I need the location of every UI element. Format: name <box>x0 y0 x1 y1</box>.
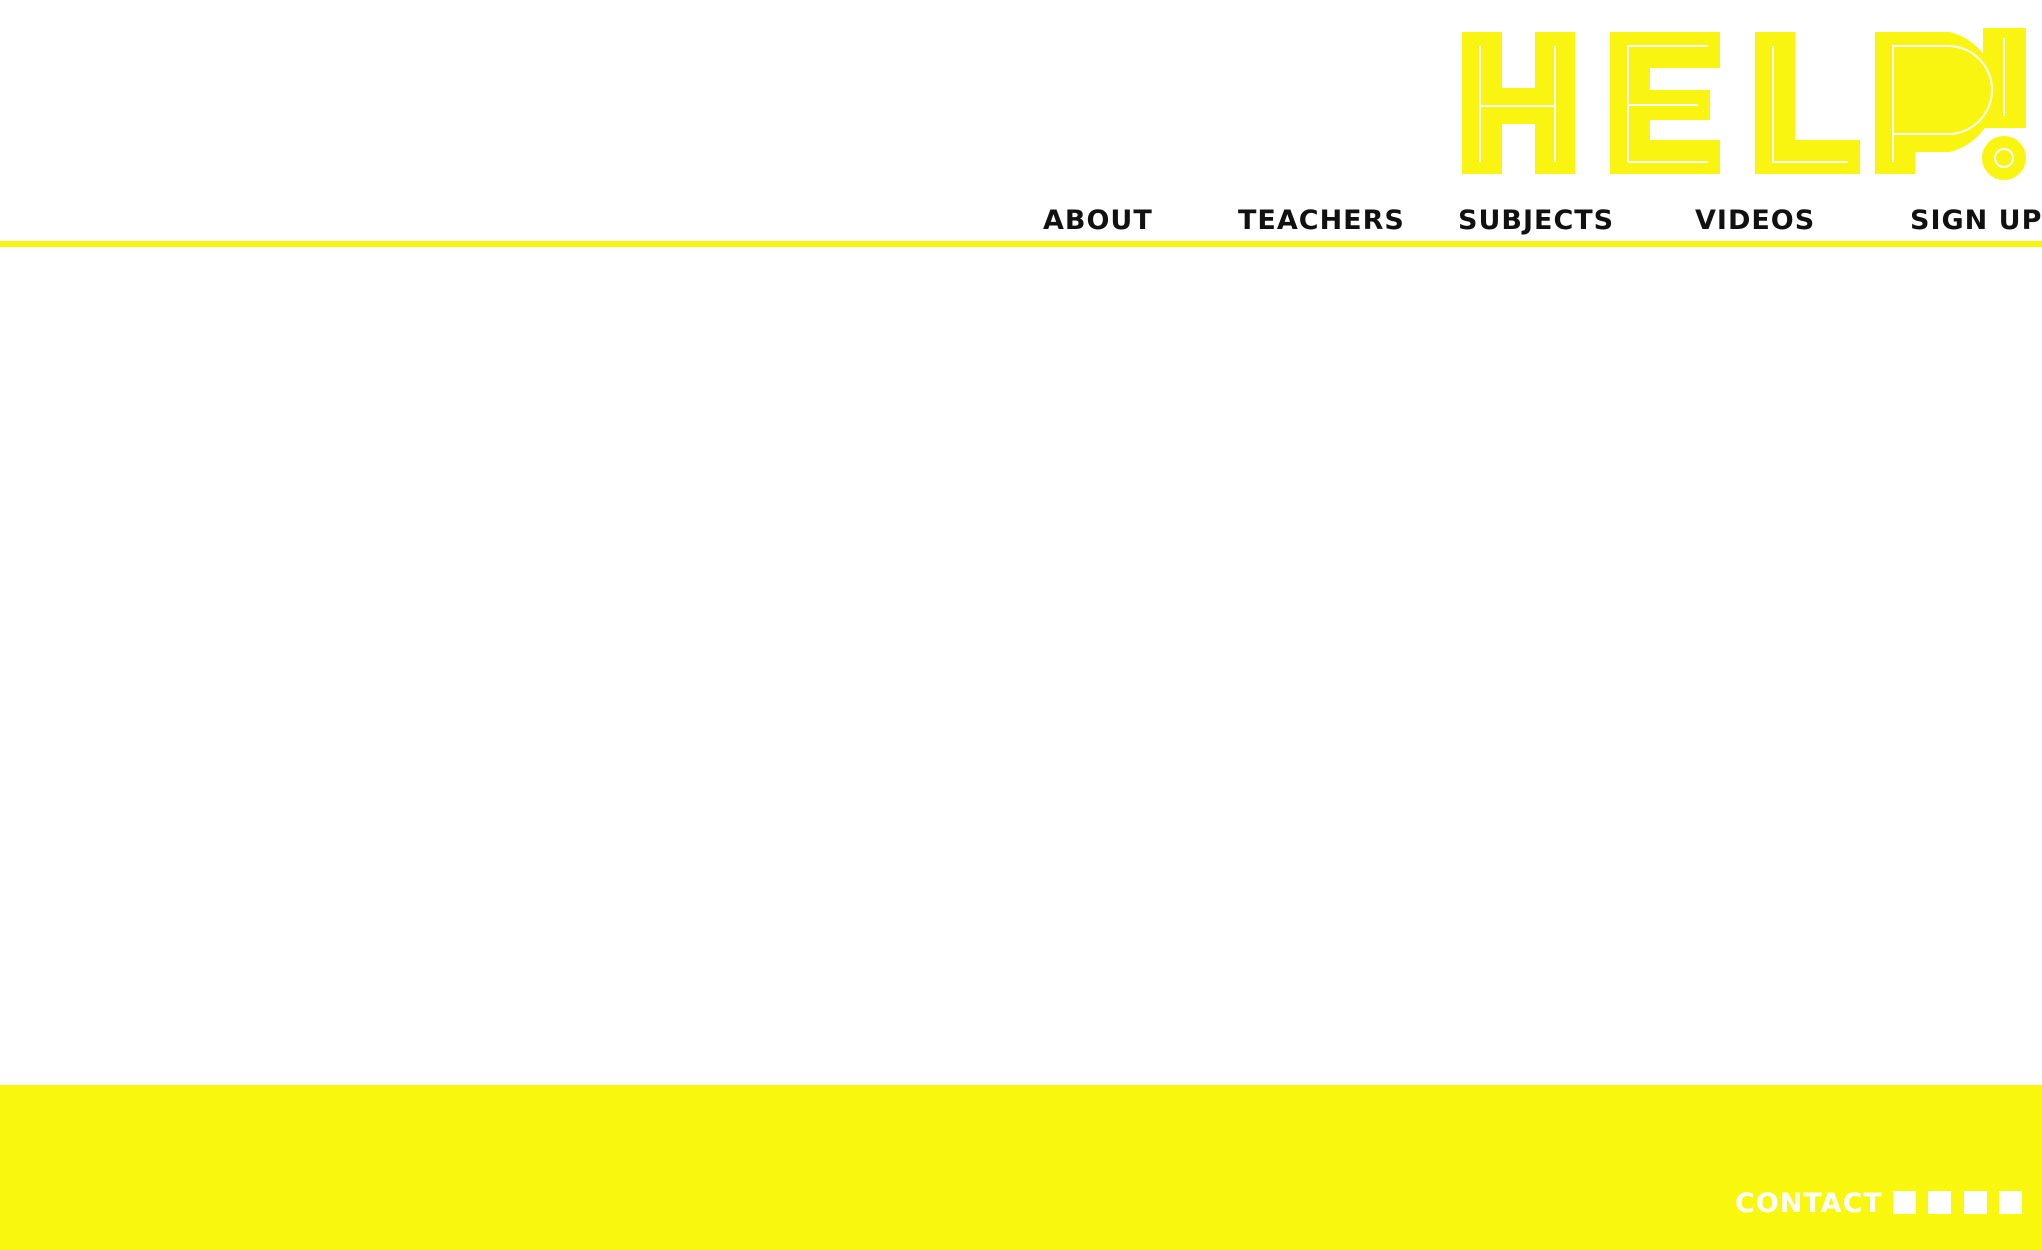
social-icon-1[interactable] <box>1893 1191 1916 1214</box>
main-content-area <box>0 247 2042 1085</box>
social-icon-4[interactable] <box>1999 1191 2022 1214</box>
contact-link[interactable]: CONTACT <box>1735 1188 1883 1219</box>
nav-item-about[interactable]: ABOUT <box>1043 205 1153 236</box>
main-nav: ABOUT TEACHERS SUBJECTS VIDEOS SIGN UP <box>0 205 2042 245</box>
nav-item-sign-up[interactable]: SIGN UP <box>1910 205 2042 236</box>
nav-item-teachers[interactable]: TEACHERS <box>1238 205 1405 236</box>
nav-item-subjects[interactable]: SUBJECTS <box>1458 205 1614 236</box>
social-icon-2[interactable] <box>1928 1191 1951 1214</box>
social-icon-3[interactable] <box>1964 1191 1987 1214</box>
help-logo-graphic <box>1462 28 2026 180</box>
help-logo[interactable] <box>1450 28 2030 188</box>
nav-item-videos[interactable]: VIDEOS <box>1695 205 1815 236</box>
footer: CONTACT <box>0 1085 2042 1250</box>
